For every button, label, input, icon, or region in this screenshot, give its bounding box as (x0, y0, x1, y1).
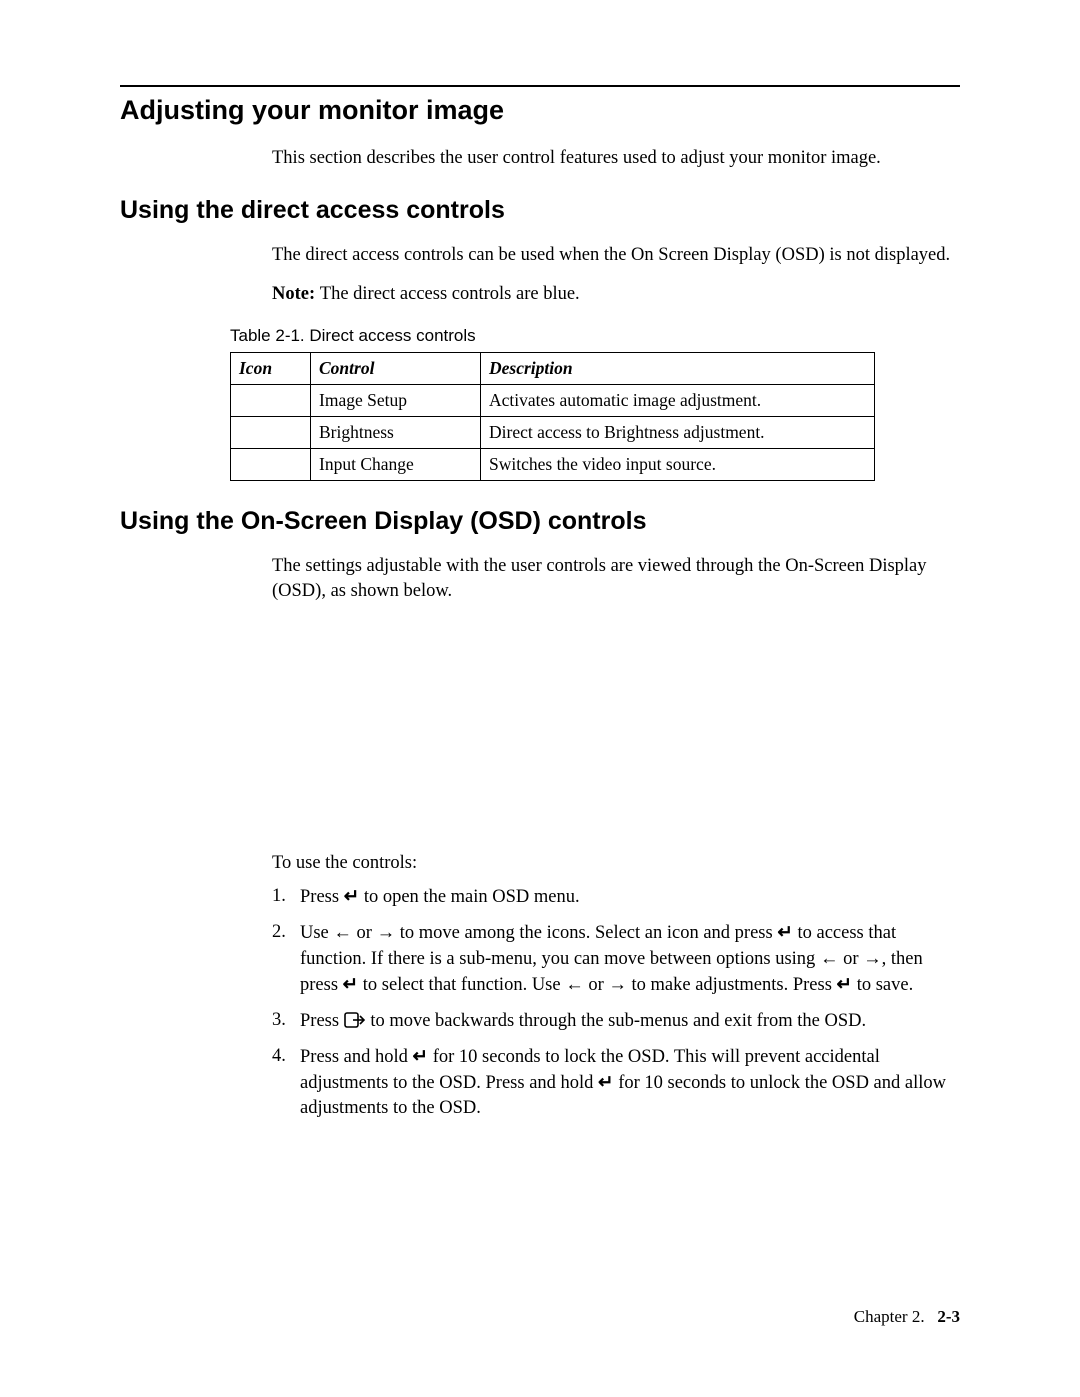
footer-page-number: 2-3 (937, 1307, 960, 1326)
direct-access-paragraph: The direct access controls can be used w… (272, 243, 960, 267)
note-body: The direct access controls are blue. (320, 284, 580, 304)
table-row: Input Change Switches the video input so… (231, 449, 875, 481)
list-item: 4. Press and hold ↵ for 10 seconds to lo… (272, 1044, 960, 1121)
enter-icon: ↵ (413, 1045, 429, 1066)
page-footer: Chapter 2. 2-3 (854, 1307, 960, 1327)
note-label: Note: (272, 284, 320, 304)
td-control: Brightness (311, 417, 481, 449)
left-arrow-icon: ← (820, 947, 839, 968)
table-header-row: Icon Control Description (231, 353, 875, 385)
td-control: Input Change (311, 449, 481, 481)
heading-osd-controls: Using the On-Screen Display (OSD) contro… (120, 507, 960, 536)
td-icon (231, 385, 311, 417)
table-row: Image Setup Activates automatic image ad… (231, 385, 875, 417)
osd-paragraph: The settings adjustable with the user co… (272, 554, 960, 603)
item-number: 1. (272, 884, 300, 910)
exit-icon (344, 1009, 366, 1030)
td-description: Activates automatic image adjustment. (481, 385, 875, 417)
td-description: Switches the video input source. (481, 449, 875, 481)
page-title-h1: Adjusting your monitor image (120, 95, 960, 126)
item-number: 4. (272, 1044, 300, 1121)
note-line: Note: The direct access controls are blu… (272, 282, 960, 306)
enter-icon: ↵ (598, 1071, 614, 1092)
td-icon (231, 417, 311, 449)
enter-icon: ↵ (777, 921, 793, 942)
td-icon (231, 449, 311, 481)
item-text: Press and hold ↵ for 10 seconds to lock … (300, 1044, 960, 1121)
enter-icon: ↵ (344, 885, 360, 906)
item-text: Press ↵ to open the main OSD menu. (300, 884, 960, 910)
enter-icon: ↵ (343, 973, 359, 994)
heading-direct-access: Using the direct access controls (120, 196, 960, 225)
list-item: 3. Press to move backwards through the s… (272, 1008, 960, 1034)
steps-list: 1. Press ↵ to open the main OSD menu. 2.… (272, 884, 960, 1121)
direct-access-table: Icon Control Description Image Setup Act… (230, 352, 960, 481)
td-control: Image Setup (311, 385, 481, 417)
enter-icon: ↵ (837, 973, 853, 994)
list-item: 1. Press ↵ to open the main OSD menu. (272, 884, 960, 910)
item-number: 3. (272, 1008, 300, 1034)
td-description: Direct access to Brightness adjustment. (481, 417, 875, 449)
left-arrow-icon: ← (333, 921, 352, 942)
item-number: 2. (272, 920, 300, 998)
section-rule (120, 85, 960, 87)
list-intro: To use the controls: (272, 853, 960, 874)
right-arrow-icon: → (863, 947, 882, 968)
table-caption: Table 2-1. Direct access controls (230, 326, 960, 346)
item-text: Use ← or → to move among the icons. Sele… (300, 920, 960, 998)
th-icon: Icon (231, 353, 311, 385)
footer-chapter: Chapter 2. (854, 1307, 925, 1326)
right-arrow-icon: → (377, 921, 396, 942)
th-description: Description (481, 353, 875, 385)
list-item: 2. Use ← or → to move among the icons. S… (272, 920, 960, 998)
intro-paragraph: This section describes the user control … (272, 146, 960, 170)
table-row: Brightness Direct access to Brightness a… (231, 417, 875, 449)
th-control: Control (311, 353, 481, 385)
item-text: Press to move backwards through the sub-… (300, 1008, 960, 1034)
right-arrow-icon: → (608, 973, 627, 994)
left-arrow-icon: ← (565, 973, 584, 994)
